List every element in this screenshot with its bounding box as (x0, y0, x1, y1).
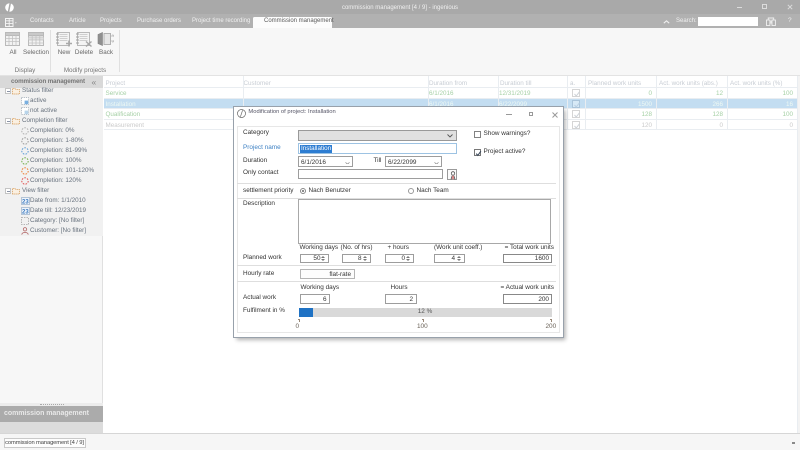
svg-text:23: 23 (22, 210, 29, 216)
svg-text:23: 23 (22, 200, 29, 206)
